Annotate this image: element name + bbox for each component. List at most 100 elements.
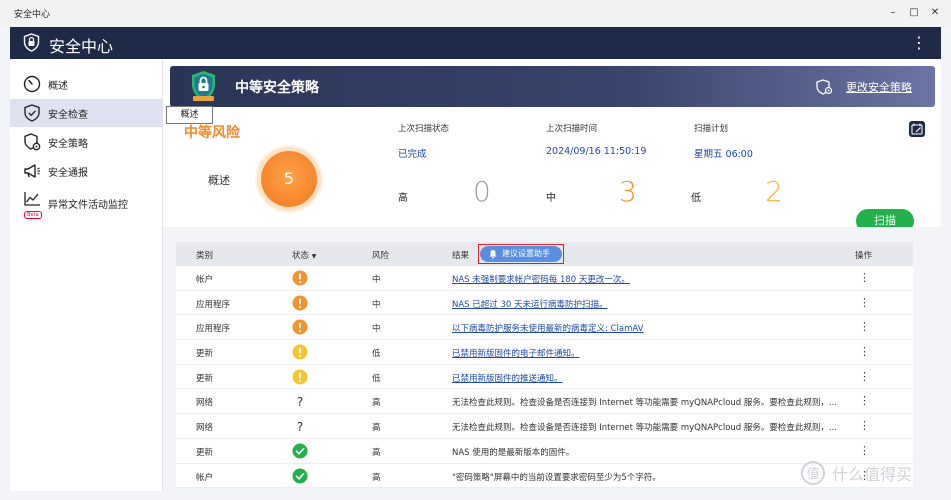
- window-title-bar: 安全中心 – □ ✕: [0, 0, 951, 27]
- cell-result: 无法检查此规则。检查设备是否连接到 Internet 等功能需要 myQNAPc…: [452, 398, 837, 409]
- more-options-icon[interactable]: ⋮: [911, 33, 927, 52]
- table-row: 应用程序 中 以下病毒防护服务未使用最新的病毒定义: ClamAV ⋮: [176, 315, 913, 341]
- info-value: 星期五 06:00: [694, 149, 753, 160]
- info-label: 扫描计划: [694, 124, 729, 134]
- cell-result: "密码策略"屏幕中的当前设置要求密码至少为5个字符。: [452, 472, 661, 483]
- cell-risk: 中: [372, 299, 381, 310]
- cell-risk: 高: [372, 447, 381, 458]
- column-header-result[interactable]: 结果: [452, 249, 469, 261]
- cell-category: 应用程序: [196, 299, 231, 310]
- info-value: 已完成: [398, 149, 427, 160]
- sidebar-item-security-bulletin[interactable]: 安全通报: [10, 157, 163, 185]
- sidebar-item-overview[interactable]: 概述: [10, 70, 163, 98]
- count-value: 2: [765, 175, 783, 208]
- cell-risk: 低: [372, 349, 381, 360]
- cell-result[interactable]: NAS 未强制要求帐户密码每 180 天更改一次。: [452, 273, 630, 285]
- results-panel: 类别 状态 ▼ 风险 结果 建议设置助手 操作 帐户 中 NAS 未强制要求帐户密码…: [163, 227, 941, 491]
- sort-down-icon: ▼: [311, 253, 317, 260]
- security-center-logo-icon: [23, 33, 40, 52]
- info-label: 上次扫描时间: [546, 124, 598, 134]
- sidebar-item-abnormal-file-monitor[interactable]: Beta 异常文件活动监控: [10, 189, 163, 219]
- minimize-icon[interactable]: –: [887, 6, 899, 19]
- maximize-icon[interactable]: □: [908, 6, 920, 19]
- screen: 安全中心 – □ ✕ 安全中心 ⋮ 概述 安全检查 安全策略 安全通报 Beta…: [0, 0, 951, 500]
- cell-risk: 中: [372, 275, 381, 285]
- row-actions-icon[interactable]: ⋮: [859, 345, 870, 358]
- cell-category: 更新: [196, 373, 214, 384]
- sidebar-item-security-check[interactable]: 安全检查: [10, 99, 163, 127]
- cell-category: 网络: [196, 398, 214, 409]
- svg-text:?: ?: [297, 420, 303, 434]
- row-actions-icon[interactable]: ⋮: [859, 394, 870, 407]
- count-label: 高: [398, 193, 408, 204]
- cell-risk: 低: [372, 373, 381, 384]
- status-warning-icon: [292, 270, 308, 286]
- shield-lock-icon: [192, 71, 215, 101]
- risk-score-circle: 5: [261, 151, 317, 207]
- sidebar-item-label: 安全检查: [48, 109, 88, 121]
- status-check-circle-icon: [292, 468, 308, 484]
- cell-result: NAS 使用的是最新版本的固件。: [452, 447, 575, 458]
- cell-result: 无法检查此规则。检查设备是否连接到 Internet 等功能需要 myQNAPc…: [452, 423, 837, 434]
- advice-assistant-label: 建议设置助手: [502, 249, 550, 258]
- sidebar-item-label: 概述: [48, 80, 68, 92]
- column-header-category[interactable]: 类别: [196, 249, 213, 261]
- table-row: 应用程序 中 NAS 已超过 30 天未运行病毒防护扫描。 ⋮: [176, 290, 913, 316]
- row-actions-icon[interactable]: ⋮: [859, 271, 870, 284]
- cell-category: 网络: [196, 423, 214, 434]
- column-header-action: 操作: [855, 251, 873, 261]
- status-warning-icon: [292, 319, 308, 335]
- watermark: 值 什么值得买: [800, 458, 940, 488]
- cell-risk: 高: [372, 398, 381, 409]
- shield-gear-icon: [24, 133, 41, 151]
- app-header: 安全中心 ⋮: [10, 27, 941, 59]
- overview-label: 概述: [208, 174, 230, 187]
- cell-category: 更新: [196, 349, 214, 360]
- status-question-icon: ?: [292, 418, 308, 434]
- table-row: 网络? 高 无法检查此规则。检查设备是否连接到 Internet 等功能需要 myQ…: [176, 389, 913, 415]
- tooltip: 概述: [166, 106, 213, 124]
- sidebar-item-security-policy[interactable]: 安全策略: [10, 128, 163, 156]
- scan-schedule: 扫描计划 星期五 06:00: [694, 122, 753, 160]
- main-content: 中等安全策略 更改安全策略 概述 中等风险 概述 5 上次扫描状态 已完成 上次…: [163, 59, 941, 491]
- window-title: 安全中心: [14, 10, 51, 20]
- overview-pointer: [255, 219, 271, 227]
- cell-result[interactable]: NAS 已超过 30 天未运行病毒防护扫描。: [452, 298, 608, 310]
- column-header-risk[interactable]: 风险: [372, 249, 389, 261]
- cell-result[interactable]: 已禁用新版固件的推送通知。: [452, 372, 563, 384]
- column-header-status[interactable]: 状态 ▼: [292, 249, 316, 261]
- beta-badge: Beta: [24, 211, 42, 219]
- count-label: 低: [691, 193, 701, 204]
- row-actions-icon[interactable]: ⋮: [859, 296, 870, 309]
- app-title: 安全中心: [49, 37, 114, 56]
- table-row: 更新 低 已禁用新版固件的推送通知。 ⋮: [176, 364, 913, 390]
- sidebar: 概述 安全检查 安全策略 安全通报 Beta 异常文件活动监控: [10, 59, 163, 491]
- column-header-label: 状态: [292, 251, 310, 261]
- row-actions-icon[interactable]: ⋮: [859, 320, 870, 333]
- cell-result[interactable]: 以下病毒防护服务未使用最新的病毒定义: ClamAV: [452, 322, 643, 334]
- close-icon[interactable]: ✕: [929, 6, 941, 19]
- status-question-icon: ?: [292, 393, 308, 409]
- edit-schedule-icon[interactable]: [908, 120, 926, 138]
- advice-assistant-button[interactable]: 建议设置助手: [480, 246, 562, 262]
- results-table: 类别 状态 ▼ 风险 结果 建议设置助手 操作 帐户 中 NAS 未强制要求帐户密码…: [176, 242, 913, 489]
- chart-line-icon: [24, 192, 40, 206]
- cell-category: 帐户: [196, 472, 214, 483]
- change-policy-link[interactable]: 更改安全策略: [846, 79, 912, 95]
- svg-text:?: ?: [297, 395, 303, 409]
- cell-category: 更新: [196, 447, 214, 458]
- table-row: 网络? 高 无法检查此规则。检查设备是否连接到 Internet 等功能需要 myQ…: [176, 414, 913, 439]
- row-actions-icon[interactable]: ⋮: [859, 370, 870, 383]
- status-warning-icon: [292, 369, 308, 385]
- count-value: 3: [619, 175, 637, 208]
- shield-check-icon: [24, 104, 40, 122]
- table-body: 帐户 中 NAS 未强制要求帐户密码每 180 天更改一次。 ⋮ 应用程序 中 NAS 已超…: [176, 266, 913, 489]
- cell-result[interactable]: 已禁用新版固件的电子邮件通知。: [452, 347, 580, 359]
- row-actions-icon[interactable]: ⋮: [859, 444, 870, 457]
- watermark-text: 什么值得买: [832, 465, 913, 484]
- row-actions-icon[interactable]: ⋮: [859, 419, 870, 432]
- shield-gear-icon[interactable]: [815, 79, 833, 95]
- risk-level: 中等风险: [184, 125, 240, 141]
- speedometer-icon: [23, 75, 41, 93]
- advice-assistant-highlight: 建议设置助手: [478, 244, 564, 264]
